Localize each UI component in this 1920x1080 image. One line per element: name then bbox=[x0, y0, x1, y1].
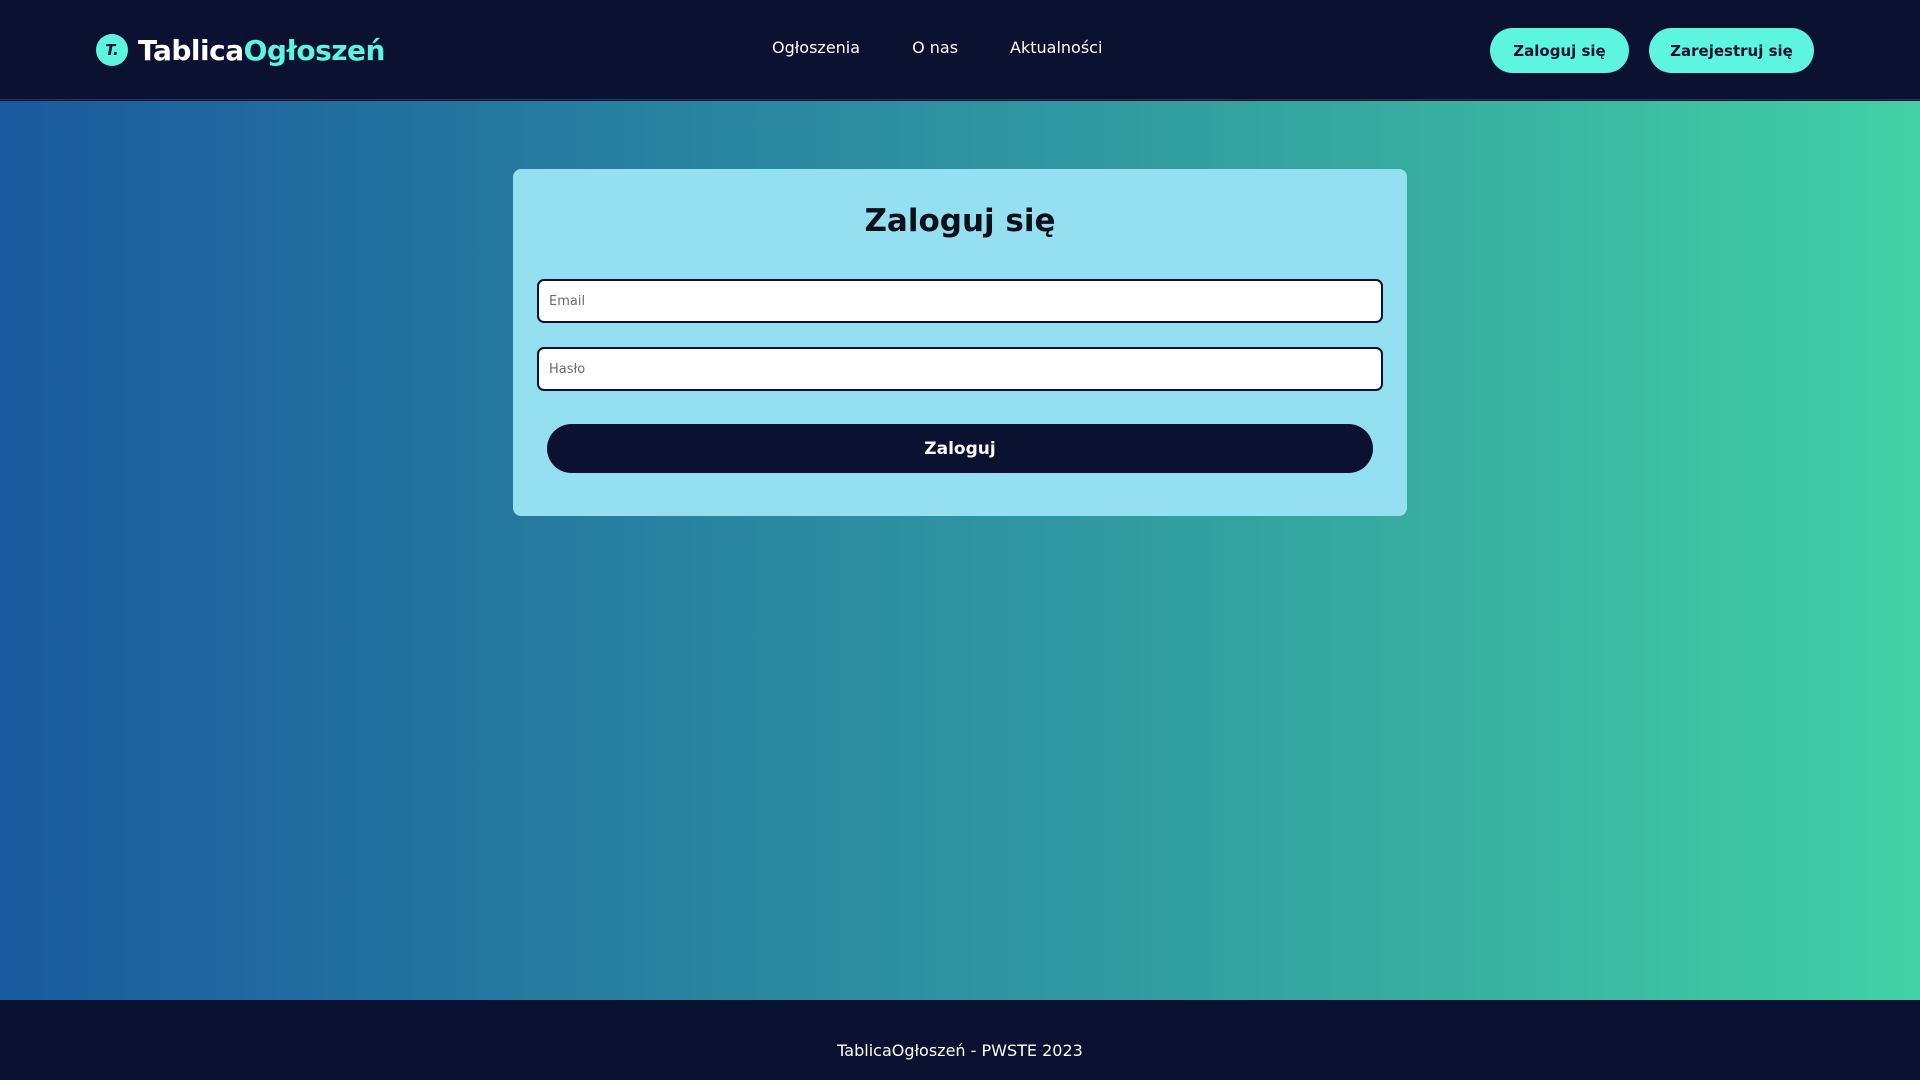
logo-text: TablicaOgłoszeń bbox=[138, 34, 385, 67]
auth-buttons: Zaloguj się Zarejestruj się bbox=[1490, 28, 1814, 73]
site-logo[interactable]: T. TablicaOgłoszeń bbox=[96, 33, 385, 67]
login-submit-button[interactable]: Zaloguj bbox=[547, 424, 1373, 473]
logo-badge-icon: T. bbox=[96, 34, 128, 66]
logo-text-primary: Tablica bbox=[138, 33, 244, 67]
login-title: Zaloguj się bbox=[864, 203, 1056, 239]
header-register-button[interactable]: Zarejestruj się bbox=[1649, 28, 1814, 73]
email-field[interactable] bbox=[537, 279, 1383, 323]
password-field[interactable] bbox=[537, 347, 1383, 391]
main-content: Zaloguj się Zaloguj bbox=[0, 101, 1920, 1000]
nav-link-o-nas[interactable]: O nas bbox=[912, 38, 958, 57]
nav-link-aktualnosci[interactable]: Aktualności bbox=[1010, 38, 1102, 57]
footer-text: TablicaOgłoszeń - PWSTE 2023 bbox=[837, 1041, 1083, 1060]
site-footer: TablicaOgłoszeń - PWSTE 2023 bbox=[0, 1000, 1920, 1080]
main-nav: Ogłoszenia O nas Aktualności bbox=[772, 38, 1102, 57]
logo-text-accent: Ogłoszeń bbox=[243, 33, 386, 67]
nav-link-ogloszenia[interactable]: Ogłoszenia bbox=[772, 38, 860, 57]
site-header: T. TablicaOgłoszeń Ogłoszenia O nas Aktu… bbox=[0, 0, 1920, 100]
login-card: Zaloguj się Zaloguj bbox=[513, 169, 1407, 516]
header-login-button[interactable]: Zaloguj się bbox=[1490, 28, 1629, 73]
